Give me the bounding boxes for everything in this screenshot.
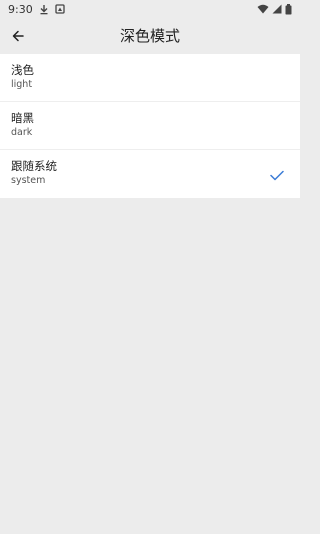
status-bar: 9:30 — [0, 0, 300, 18]
back-button[interactable] — [0, 18, 36, 54]
check-icon — [270, 166, 284, 185]
status-time: 9:30 — [8, 2, 33, 16]
back-arrow-icon — [12, 27, 24, 46]
option-title: 暗黑 — [11, 111, 34, 125]
option-subtitle: system — [11, 175, 46, 186]
option-subtitle: dark — [11, 127, 33, 138]
option-system[interactable]: 跟随系统 system — [0, 150, 300, 198]
page-title: 深色模式 — [119, 27, 180, 45]
battery-icon — [285, 3, 292, 15]
option-title: 跟随系统 — [11, 159, 57, 173]
option-title: 浅色 — [11, 63, 34, 77]
wifi-icon — [257, 4, 269, 14]
option-dark[interactable]: 暗黑 dark — [0, 102, 300, 150]
download-icon — [39, 4, 49, 15]
option-light[interactable]: 浅色 light — [0, 54, 300, 102]
app-bar: 深色模式 — [0, 18, 300, 54]
signal-icon — [272, 4, 282, 14]
notification-icon — [55, 4, 65, 14]
theme-option-list: 浅色 light 暗黑 dark 跟随系统 system — [0, 54, 300, 198]
option-subtitle: light — [11, 79, 33, 90]
